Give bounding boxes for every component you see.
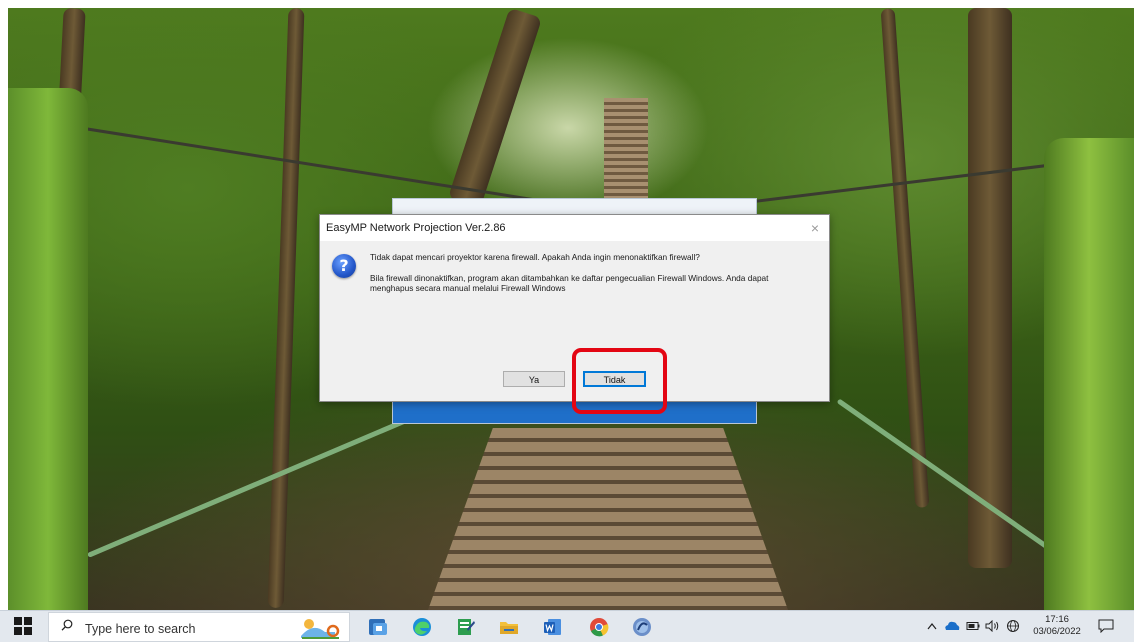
globe-icon[interactable] — [1006, 619, 1020, 633]
background-window-bar — [393, 401, 756, 423]
chevron-up-icon[interactable] — [927, 622, 937, 630]
folder-icon[interactable] — [497, 615, 521, 639]
bridge-rope — [87, 412, 421, 558]
speaker-icon[interactable] — [985, 620, 1001, 632]
clock-time: 17:16 — [1045, 614, 1069, 625]
search-icon — [61, 619, 73, 631]
battery-icon[interactable] — [966, 621, 980, 631]
dialog-title: EasyMP Network Projection Ver.2.86 — [326, 222, 506, 234]
bridge-post-left — [8, 88, 88, 610]
dialog-message-detail: Bila firewall dinonaktifkan, program aka… — [370, 273, 769, 293]
chrome-icon[interactable] — [587, 615, 611, 639]
question-icon: ? — [332, 254, 356, 278]
search-placeholder: Type here to search — [85, 622, 196, 636]
search-highlight-icon — [301, 619, 340, 639]
dialog-message-main: Tidak dapat mencari proyektor karena fir… — [370, 252, 700, 262]
notification-icon[interactable] — [1098, 619, 1114, 633]
word-icon[interactable] — [541, 615, 565, 639]
tree-trunk — [968, 8, 1012, 568]
easymp-dialog: EasyMP Network Projection Ver.2.86 × ? T… — [319, 214, 830, 402]
easymp-icon[interactable] — [630, 615, 654, 639]
bridge-post-right — [1044, 138, 1134, 610]
system-clock[interactable]: 17:16 03/06/2022 — [1030, 614, 1084, 638]
no-button[interactable]: Tidak — [583, 371, 646, 387]
taskbar: Type here to search 17:16 03/06/2022 — [0, 610, 1134, 642]
edge-icon[interactable] — [410, 615, 434, 639]
tree-trunk — [267, 8, 305, 609]
onedrive-icon[interactable] — [944, 620, 960, 632]
tree-trunk — [447, 8, 543, 209]
search-box[interactable]: Type here to search — [48, 612, 350, 642]
yes-button[interactable]: Ya — [503, 371, 565, 387]
file-explorer-icon[interactable] — [366, 615, 390, 639]
windows-start-icon[interactable] — [14, 617, 34, 637]
bridge-rope — [836, 398, 1053, 552]
dialog-titlebar: EasyMP Network Projection Ver.2.86 × — [320, 215, 829, 241]
close-icon[interactable]: × — [807, 220, 823, 236]
bridge-near-deck — [428, 428, 788, 610]
dialog-body: ? Tidak dapat mencari proyektor karena f… — [320, 241, 829, 401]
clock-date: 03/06/2022 — [1033, 626, 1081, 637]
notepad-icon[interactable] — [453, 615, 477, 639]
